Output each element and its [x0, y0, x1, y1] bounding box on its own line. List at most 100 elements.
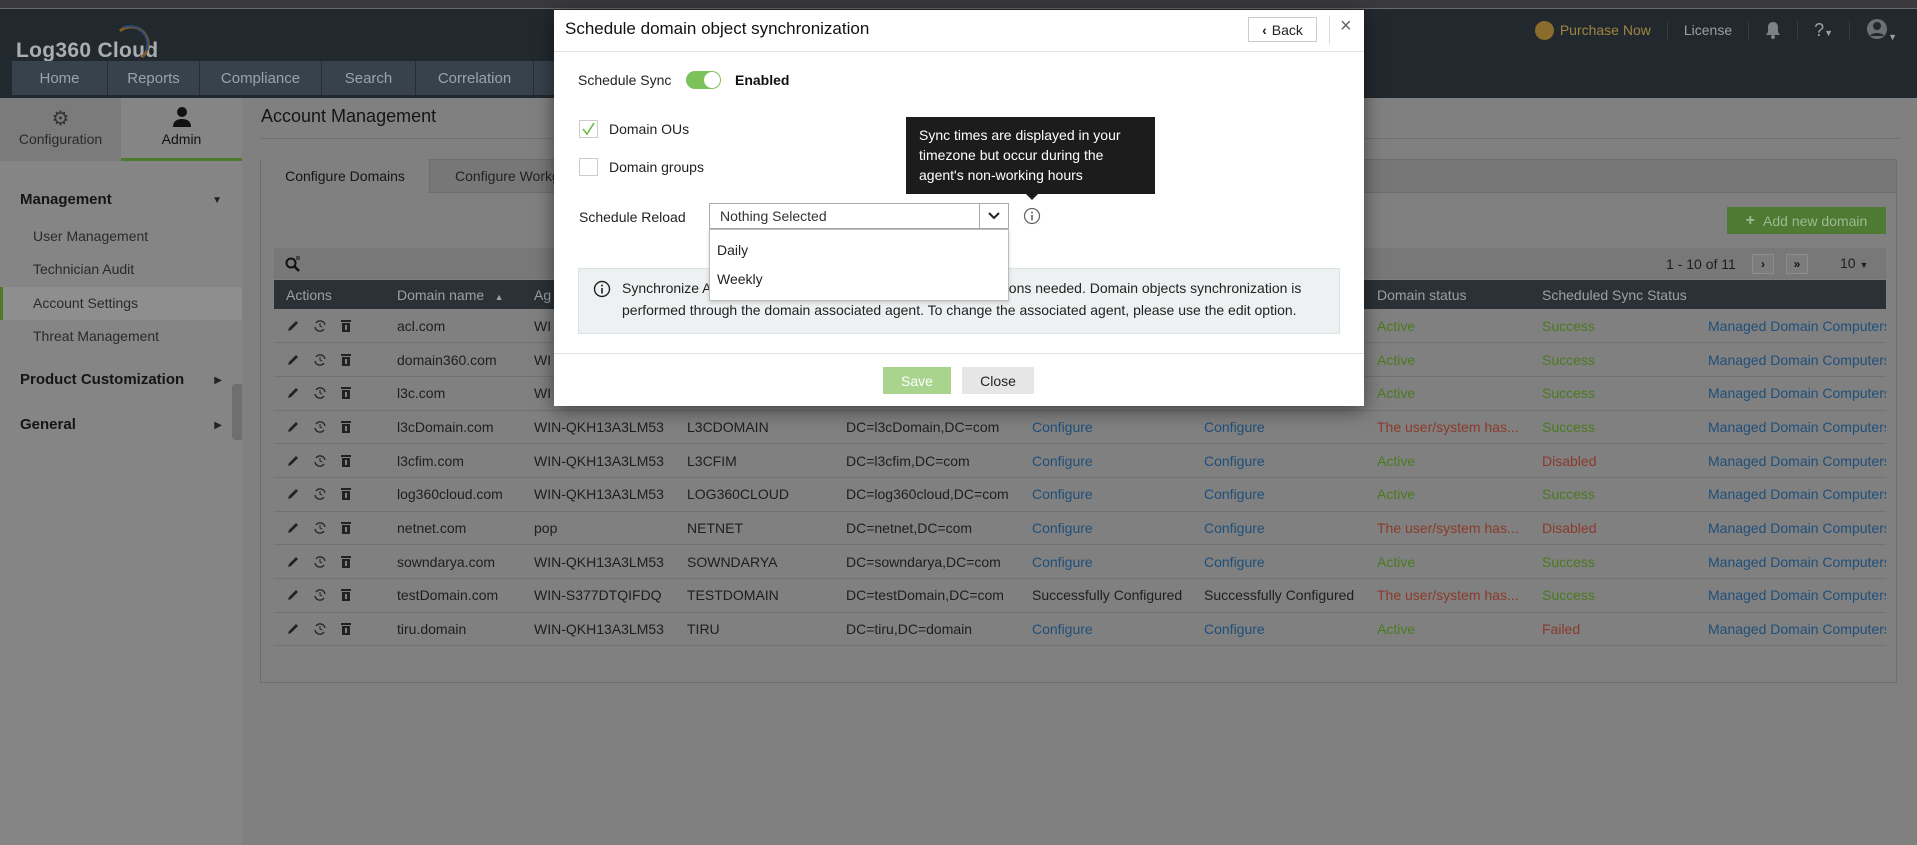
edit-pencil-icon[interactable] [286, 353, 300, 367]
delete-trash-icon[interactable] [340, 386, 352, 400]
cell-c2[interactable]: Configure [1192, 544, 1365, 579]
sync-icon[interactable] [312, 318, 328, 334]
column-header[interactable]: Scheduled Sync Status [1530, 280, 1696, 309]
cell-link[interactable]: Managed Domain Computers [1696, 410, 1886, 445]
user-menu[interactable]: ▼ [1866, 18, 1897, 43]
edit-pencil-icon[interactable] [286, 588, 300, 602]
purchase-now-link[interactable]: Purchase Now [1534, 20, 1651, 40]
table-row[interactable]: sowndarya.com WIN-QKH13A3LM53 SOWNDARYA DC=… [274, 544, 1886, 579]
sidebar-tab-configuration[interactable]: ⚙ Configuration [0, 98, 121, 161]
save-button[interactable]: Save [883, 367, 951, 394]
sidebar-section-management[interactable]: Management [20, 191, 112, 208]
cell-c1[interactable]: Configure [1020, 612, 1192, 647]
edit-pencil-icon[interactable] [286, 521, 300, 535]
table-row[interactable]: l3cDomain.com WIN-QKH13A3LM53 L3CDOMAIN DC=… [274, 410, 1886, 445]
cell-link[interactable]: Managed Domain Computers [1696, 612, 1886, 647]
cell-link[interactable]: Managed Domain Computers [1696, 511, 1886, 546]
sidebar-tab-admin[interactable]: Admin [121, 98, 242, 161]
sync-icon[interactable] [312, 554, 328, 570]
cell-link[interactable]: Managed Domain Computers [1696, 443, 1886, 478]
sync-icon[interactable] [312, 419, 328, 435]
delete-trash-icon[interactable] [340, 588, 352, 602]
sync-icon[interactable] [312, 486, 328, 502]
delete-trash-icon[interactable] [340, 487, 352, 501]
sync-icon[interactable] [312, 453, 328, 469]
cell-link[interactable]: Managed Domain Computers [1696, 544, 1886, 579]
delete-trash-icon[interactable] [340, 622, 352, 636]
schedule-reload-select[interactable]: Nothing Selected [709, 203, 1009, 229]
search-filter-icon[interactable] [285, 256, 301, 272]
table-row[interactable]: netnet.com pop NETNET DC=netnet,DC=com Confi… [274, 511, 1886, 546]
sidebar-collapse-handle[interactable] [232, 384, 242, 440]
sidebar-item-user-management[interactable]: User Management [0, 220, 242, 253]
column-header[interactable]: Domain status [1365, 280, 1530, 309]
sync-icon[interactable] [312, 520, 328, 536]
close-icon[interactable]: × [1340, 15, 1352, 38]
cell-c2[interactable]: Configure [1192, 511, 1365, 546]
cell-c2[interactable]: Configure [1192, 443, 1365, 478]
cell-c2[interactable]: Configure [1192, 410, 1365, 445]
sidebar-section-product-customization[interactable]: Product Customization [20, 371, 184, 388]
per-page-select[interactable]: 10 ▼ [1840, 255, 1868, 271]
option-weekly[interactable]: Weekly [717, 271, 763, 287]
back-button[interactable]: ‹ Back [1248, 17, 1317, 42]
info-icon[interactable] [1023, 207, 1041, 225]
nav-tab-correlation[interactable]: Correlation [416, 61, 534, 95]
delete-trash-icon[interactable] [340, 521, 352, 535]
edit-pencil-icon[interactable] [286, 454, 300, 468]
sync-icon[interactable] [312, 587, 328, 603]
close-button[interactable]: Close [962, 367, 1034, 394]
sync-icon[interactable] [312, 385, 328, 401]
column-header[interactable] [1696, 280, 1886, 309]
cell-c1[interactable]: Configure [1020, 443, 1192, 478]
schedule-sync-toggle[interactable] [686, 71, 721, 89]
delete-trash-icon[interactable] [340, 555, 352, 569]
option-daily[interactable]: Daily [717, 242, 748, 258]
edit-pencil-icon[interactable] [286, 555, 300, 569]
table-row[interactable]: tiru.domain WIN-QKH13A3LM53 TIRU DC=tiru,DC… [274, 612, 1886, 647]
delete-trash-icon[interactable] [340, 319, 352, 333]
column-header[interactable]: Actions [274, 280, 385, 309]
sidebar-item-account-settings[interactable]: Account Settings [0, 287, 242, 320]
bell-icon[interactable] [1765, 21, 1781, 39]
sidebar-item-threat-management[interactable]: Threat Management [0, 320, 242, 353]
cell-c2[interactable]: Configure [1192, 477, 1365, 512]
cell-c1[interactable]: Configure [1020, 544, 1192, 579]
add-new-domain-button[interactable]: + Add new domain [1727, 207, 1886, 234]
edit-pencil-icon[interactable] [286, 319, 300, 333]
cell-c1[interactable]: Configure [1020, 410, 1192, 445]
cell-link[interactable]: Managed Domain Computers [1696, 309, 1886, 344]
edit-pencil-icon[interactable] [286, 386, 300, 400]
cell-link[interactable]: Managed Domain Computers [1696, 477, 1886, 512]
next-page-button[interactable]: › [1752, 254, 1774, 274]
cell-c1[interactable]: Configure [1020, 511, 1192, 546]
help-menu[interactable]: ?▼ [1814, 20, 1833, 41]
table-row[interactable]: testDomain.com WIN-S377DTQIFDQ TESTDOMAIN D… [274, 578, 1886, 613]
cell-link[interactable]: Managed Domain Computers [1696, 578, 1886, 613]
cell-link[interactable]: Managed Domain Computers [1696, 376, 1886, 411]
last-page-button[interactable]: » [1786, 254, 1808, 274]
edit-pencil-icon[interactable] [286, 420, 300, 434]
cell-c2[interactable]: Configure [1192, 612, 1365, 647]
edit-pencil-icon[interactable] [286, 487, 300, 501]
table-row[interactable]: l3cfim.com WIN-QKH13A3LM53 L3CFIM DC=l3cfim… [274, 443, 1886, 478]
delete-trash-icon[interactable] [340, 454, 352, 468]
cell-link[interactable]: Managed Domain Computers [1696, 342, 1886, 377]
delete-trash-icon[interactable] [340, 420, 352, 434]
sidebar-section-general[interactable]: General [20, 416, 76, 433]
delete-trash-icon[interactable] [340, 353, 352, 367]
sidebar-item-technician-audit[interactable]: Technician Audit [0, 253, 242, 286]
column-header[interactable]: Domain name ▲ [385, 280, 522, 309]
domain-ous-checkbox[interactable] [579, 120, 598, 138]
sync-icon[interactable] [312, 352, 328, 368]
nav-tab-home[interactable]: Home [12, 61, 108, 95]
tab-configure-domains[interactable]: Configure Domains [261, 159, 430, 193]
sync-icon[interactable] [312, 621, 328, 637]
nav-tab-compliance[interactable]: Compliance [200, 61, 322, 95]
nav-tab-reports[interactable]: Reports [108, 61, 200, 95]
table-row[interactable]: log360cloud.com WIN-QKH13A3LM53 LOG360CLOU… [274, 477, 1886, 512]
license-link[interactable]: License [1684, 22, 1732, 38]
app-logo[interactable]: Log360 Cloud [16, 25, 158, 63]
edit-pencil-icon[interactable] [286, 622, 300, 636]
domain-groups-checkbox[interactable] [579, 158, 598, 176]
